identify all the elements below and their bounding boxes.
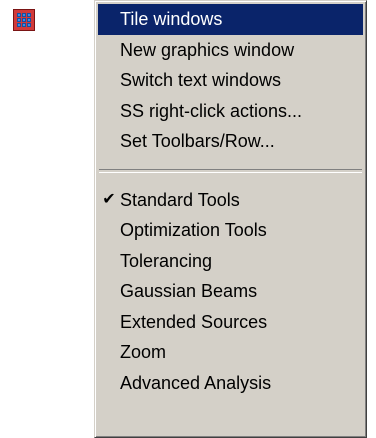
menu-item-label: Tile windows: [120, 9, 223, 29]
menu-item-label: Advanced Analysis: [120, 372, 272, 393]
screen: Tile windows New graphics window Switch …: [0, 0, 376, 438]
menu-item-advanced-analysis[interactable]: Advanced Analysis: [98, 368, 363, 399]
menu-item-new-graphics-window[interactable]: New graphics window: [98, 35, 363, 66]
menu-item-ss-right-click-actions[interactable]: SS right-click actions...: [98, 96, 363, 127]
menu-item-gaussian-beams[interactable]: Gaussian Beams: [98, 276, 363, 307]
menu-item-label: Optimization Tools: [120, 220, 267, 240]
dropdown-menu: Tile windows New graphics window Switch …: [94, 0, 367, 438]
menu-item-label: Gaussian Beams: [120, 281, 258, 301]
grid-glyph: [17, 13, 31, 27]
tile-windows-icon[interactable]: [13, 9, 35, 31]
menu-item-label: SS right-click actions...: [120, 100, 303, 121]
menu-item-optimization-tools[interactable]: Optimization Tools: [98, 215, 363, 246]
menu-item-tolerancing[interactable]: Tolerancing: [98, 246, 363, 277]
menu-item-label: Standard Tools: [120, 189, 240, 210]
menu-separator: [99, 168, 362, 173]
menu-item-zoom[interactable]: Zoom: [98, 337, 363, 368]
menu-item-switch-text-windows[interactable]: Switch text windows: [98, 65, 363, 96]
menu-item-label: New graphics window: [120, 39, 295, 60]
checkmark-icon: ✔: [102, 190, 116, 208]
menu-item-label: Set Toolbars/Row...: [120, 131, 275, 151]
menu-item-extended-sources[interactable]: Extended Sources: [98, 307, 363, 338]
menu-item-label: Switch text windows: [120, 70, 282, 90]
menu-item-set-toolbars-row[interactable]: Set Toolbars/Row...: [98, 126, 363, 157]
menu-item-label: Tolerancing: [120, 250, 213, 271]
menu-item-standard-tools[interactable]: ✔ Standard Tools: [98, 185, 363, 216]
menu-item-tile-windows[interactable]: Tile windows: [98, 4, 363, 35]
menu-item-label: Zoom: [120, 342, 167, 362]
menu-item-label: Extended Sources: [120, 311, 268, 332]
